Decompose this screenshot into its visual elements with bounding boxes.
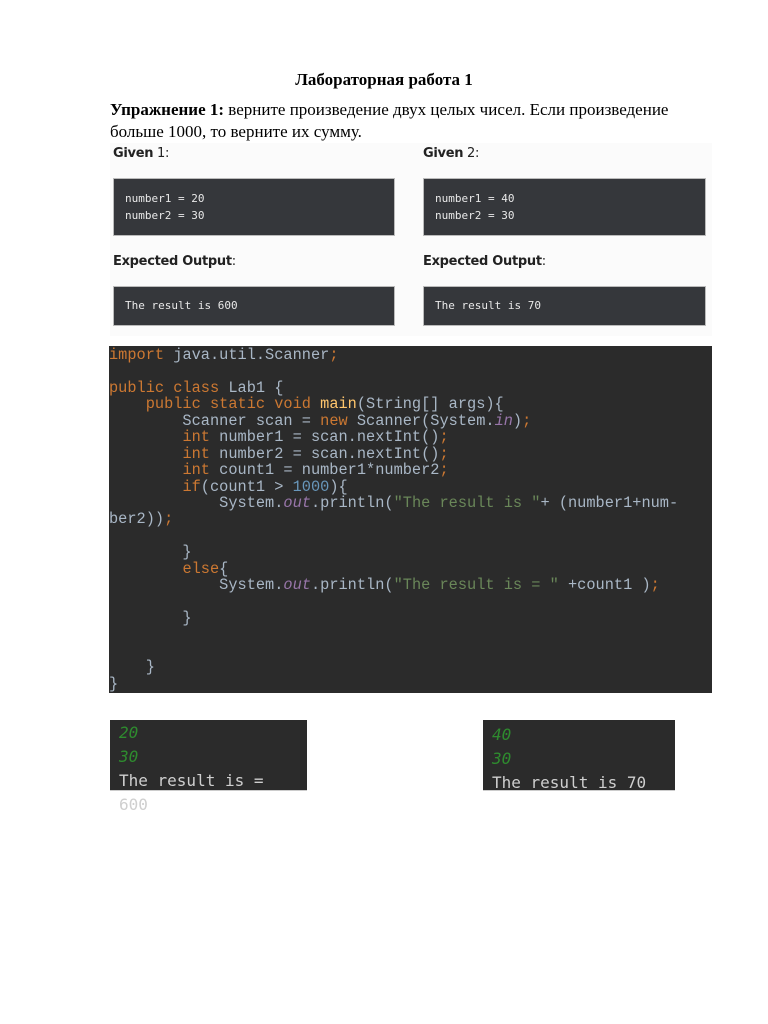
code-token: public class — [109, 378, 229, 397]
java-code-block: import java.util.Scanner; public class La… — [109, 346, 712, 693]
code-token: ){ — [329, 477, 348, 496]
console-result: The result is = 600 — [119, 771, 264, 814]
code-token: new — [320, 411, 357, 430]
console-input: 20 — [119, 723, 139, 742]
document-page: Лабораторная работа 1 Упражнение 1: верн… — [0, 0, 768, 1024]
code-token: out — [283, 493, 311, 512]
code-token: "The result is " — [393, 493, 541, 512]
code-line: System.out.println("The result is "+ (nu… — [109, 495, 712, 511]
code-line: else{ — [109, 559, 712, 578]
code-line: } — [109, 659, 712, 675]
code-token: main — [320, 395, 357, 414]
code-token: + (number1+num- — [540, 493, 679, 512]
code-token: ber2)) — [109, 510, 165, 529]
console-result: The result is 70 — [492, 773, 647, 792]
given-1-label: Given 1: — [113, 146, 170, 161]
code-token: else — [182, 559, 220, 578]
console-input: 40 — [492, 725, 512, 744]
code-token: +count1 ) — [558, 576, 651, 595]
code-token: System. — [109, 493, 284, 512]
given-1-input-box: number1 = 20 number2 = 30 — [113, 178, 395, 236]
code-line: } — [109, 544, 712, 560]
given-2-label: Given 2: — [423, 146, 480, 161]
expected-2-label: Expected Output: — [423, 254, 546, 269]
code-token: Scanner(System. — [356, 411, 495, 430]
code-token: System. — [109, 576, 284, 595]
code-token: java.util.Scanner — [173, 346, 330, 364]
code-token: } — [109, 609, 192, 627]
code-line: } — [109, 610, 712, 626]
code-token: (count1 > — [200, 477, 293, 496]
code-token: if — [182, 477, 201, 496]
input-line: number1 = 20 — [125, 192, 205, 205]
code-line: public class Lab1 { — [109, 380, 712, 396]
given-examples-image: Given 1: number1 = 20 number2 = 30 Expec… — [110, 143, 712, 336]
code-token: Lab1 { — [228, 378, 284, 397]
console-input: 30 — [492, 749, 512, 768]
code-token: ; — [439, 461, 449, 480]
code-token: Scanner scan = — [109, 411, 321, 430]
input-line: number2 = 30 — [125, 209, 205, 222]
code-token: (String[] args){ — [356, 395, 504, 414]
code-token: in — [494, 411, 513, 430]
code-line: ber2)); — [109, 511, 712, 527]
code-line: int count1 = number1*number2; — [109, 462, 712, 478]
code-line: System.out.println("The result is = " +c… — [109, 577, 712, 593]
expected-2-box: The result is 70 — [423, 286, 706, 326]
code-token: { — [219, 559, 229, 578]
code-token: ; — [164, 510, 174, 529]
code-line: public static void main(String[] args){ — [109, 396, 712, 412]
code-line: int number1 = scan.nextInt(); — [109, 429, 712, 445]
code-token: ; — [439, 444, 449, 463]
code-line: } — [109, 676, 712, 692]
code-token: } — [109, 543, 192, 562]
code-token: import — [109, 346, 174, 364]
code-token: ; — [522, 411, 532, 430]
code-line: import java.util.Scanner; — [109, 347, 712, 363]
code-token: .println( — [310, 576, 394, 595]
console-output-1: 20 30 The result is = 600 — [110, 720, 307, 814]
code-token: public static void — [145, 395, 321, 414]
code-token: .println( — [310, 493, 394, 512]
code-line: if(count1 > 1000){ — [109, 477, 712, 496]
expected-1-label: Expected Output: — [113, 254, 236, 269]
expected-1-box: The result is 600 — [113, 286, 395, 326]
input-line: number1 = 40 — [435, 192, 515, 205]
code-token: ; — [650, 576, 660, 595]
code-line: Scanner scan = new Scanner(System.in); — [109, 413, 712, 429]
page-title: Лабораторная работа 1 — [295, 70, 473, 89]
exercise-text: Упражнение 1: верните произведение двух … — [110, 99, 720, 143]
exercise-label: Упражнение 1: — [110, 100, 225, 119]
code-token: "The result is = " — [393, 576, 559, 595]
code-token: } — [109, 674, 119, 693]
code-token: count1 = number1*number2 — [219, 461, 440, 480]
code-token: int — [182, 461, 220, 480]
code-token: out — [283, 576, 311, 595]
code-token: } — [109, 658, 155, 677]
code-line: int number2 = scan.nextInt(); — [109, 444, 712, 463]
console-output-2: 40 30 The result is 70 — [483, 720, 675, 792]
code-token: ) — [512, 411, 523, 430]
code-token: ; — [439, 428, 449, 447]
given-2-input-box: number1 = 40 number2 = 30 — [423, 178, 706, 236]
code-token: int — [182, 428, 220, 447]
code-token: 1000 — [292, 477, 330, 496]
input-line: number2 = 30 — [435, 209, 515, 222]
code-token: int — [182, 444, 220, 463]
code-token: number1 = scan.nextInt() — [219, 428, 440, 447]
code-token: number2 = scan.nextInt() — [219, 444, 440, 463]
console-input: 30 — [119, 747, 139, 766]
code-token: ; — [329, 346, 339, 364]
